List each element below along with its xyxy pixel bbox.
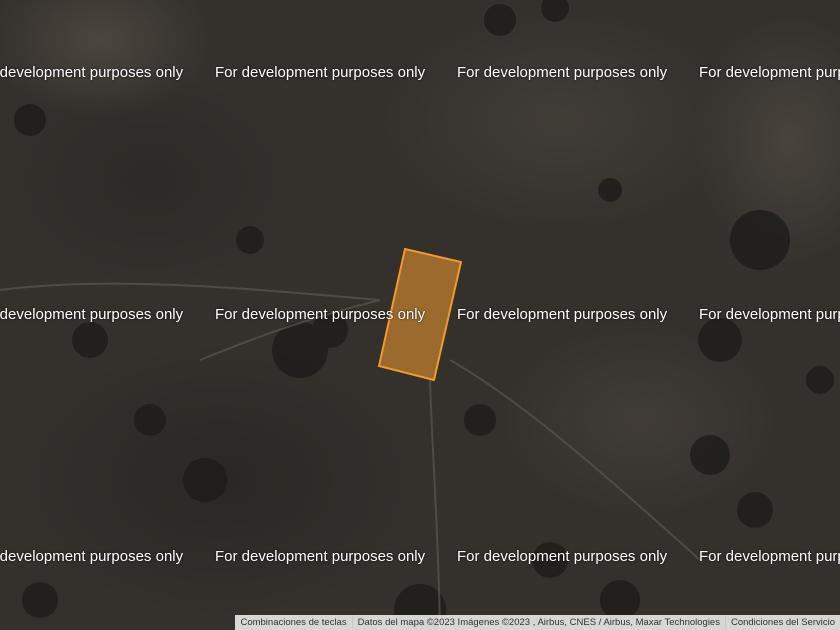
dev-watermark: For development purposes only (0, 306, 184, 323)
keyboard-shortcuts-link[interactable]: Combinaciones de teclas (235, 615, 352, 630)
dev-watermark: For development purposes only (457, 306, 668, 323)
dev-watermark: For development purposes only (215, 548, 426, 565)
map-data-attribution: Datos del mapa ©2023 Imágenes ©2023 , Ai… (351, 615, 725, 630)
dev-watermark: For development purposes only (457, 548, 668, 565)
map-attribution-bar: Combinaciones de teclas Datos del mapa ©… (235, 615, 840, 630)
dev-watermark: For development purposes only (699, 306, 840, 323)
dev-watermark: For development purposes only (699, 548, 840, 565)
dev-watermark: For development purposes only (215, 306, 426, 323)
dev-watermark: For development purposes only (0, 548, 184, 565)
satellite-map[interactable]: For development purposes only For develo… (0, 0, 840, 630)
terms-of-service-link[interactable]: Condiciones del Servicio (724, 615, 840, 630)
